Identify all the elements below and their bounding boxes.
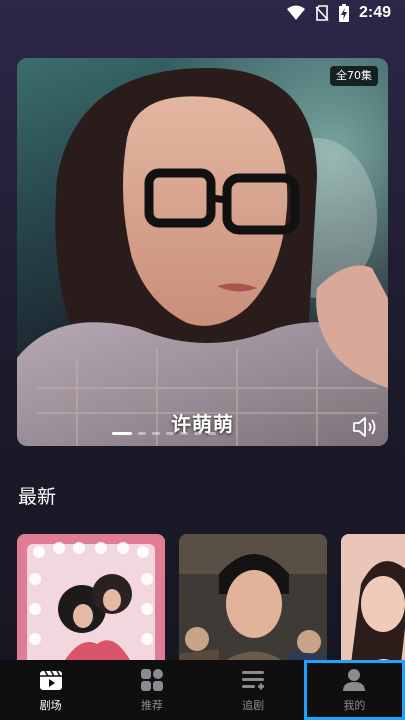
playlist-icon: [241, 668, 265, 692]
status-icons: 2:49: [286, 4, 391, 22]
section-title-latest: 最新: [18, 486, 57, 508]
bottom-tab-bar: 剧场 推荐 追剧 我的: [0, 660, 405, 720]
tab-label: 剧场: [39, 699, 62, 712]
battery-charging-icon: [338, 4, 349, 22]
clock: 2:49: [358, 4, 391, 21]
tab-label: 追剧: [242, 699, 265, 712]
carousel-dot: [180, 432, 188, 435]
carousel-dot: [138, 432, 146, 435]
carousel-indicator: [112, 432, 216, 435]
carousel-dot: [208, 432, 216, 435]
latest-rail: [17, 534, 405, 660]
carousel-dot-active: [112, 432, 132, 435]
episode-count-badge: 全70集: [330, 66, 378, 86]
drama-card[interactable]: [179, 534, 327, 660]
drama-poster: [179, 534, 327, 660]
profile-icon: [342, 668, 366, 692]
volume-icon[interactable]: [352, 416, 378, 438]
no-sim-icon: [315, 5, 329, 21]
carousel-dot: [166, 432, 174, 435]
carousel-dot: [194, 432, 202, 435]
status-bar: 2:49: [0, 0, 405, 28]
grid-icon: [140, 668, 164, 692]
drama-poster: [17, 534, 165, 660]
banner-artwork: [17, 58, 388, 446]
featured-banner[interactable]: 全70集 许萌萌: [17, 58, 388, 446]
wifi-icon: [286, 5, 305, 21]
drama-card[interactable]: [17, 534, 165, 660]
tab-theater[interactable]: 剧场: [0, 660, 101, 720]
theater-icon: [39, 668, 63, 692]
tab-following[interactable]: 追剧: [203, 660, 304, 720]
drama-card[interactable]: [341, 534, 405, 660]
tab-label: 推荐: [140, 699, 163, 712]
tab-label: 我的: [343, 699, 366, 712]
carousel-dot: [152, 432, 160, 435]
tab-profile[interactable]: 我的: [303, 660, 405, 720]
drama-poster: [341, 534, 405, 660]
tab-recommend[interactable]: 推荐: [101, 660, 202, 720]
